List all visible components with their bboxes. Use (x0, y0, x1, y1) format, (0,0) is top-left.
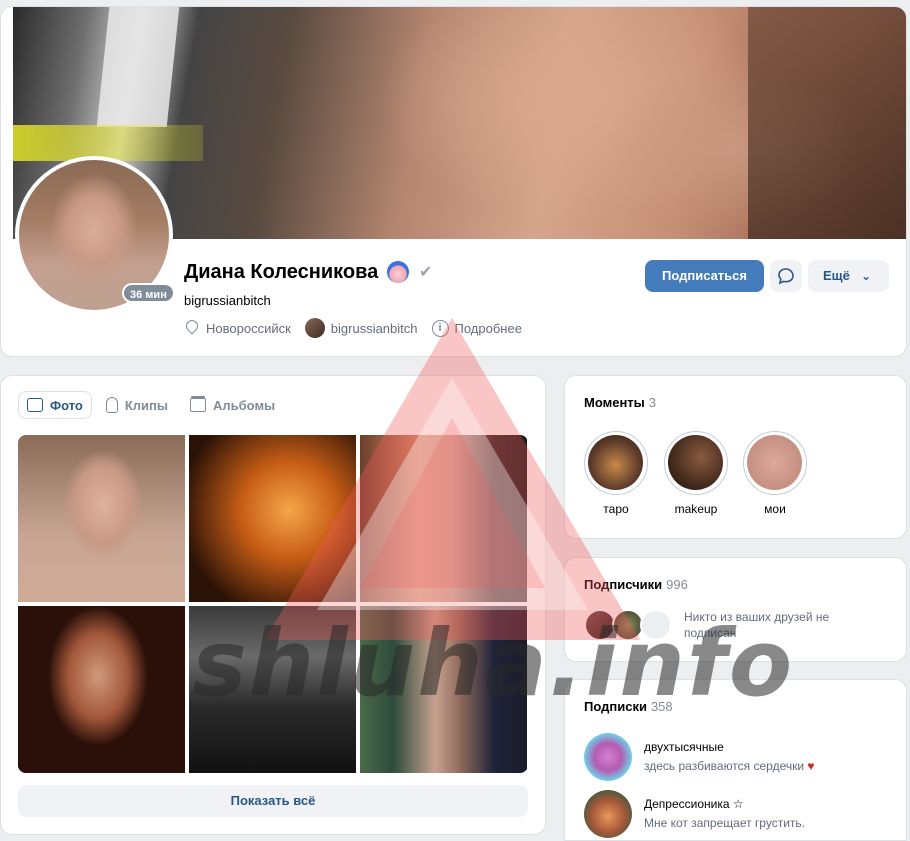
follow-status: Мне кот запрещает грустить. (644, 816, 805, 830)
tab-label: Фото (50, 397, 83, 413)
more-label: Ещё (823, 268, 850, 283)
cover-decoration (13, 125, 203, 161)
tab-label: Клипы (124, 397, 168, 413)
cover-decoration (748, 7, 906, 239)
moment-label: мои (764, 502, 786, 516)
moments-title-label: Моменты (584, 395, 645, 410)
photo-thumbnail[interactable] (360, 435, 527, 602)
more-button[interactable]: Ещё ⌄ (808, 260, 889, 292)
photo-thumbnail[interactable] (18, 435, 185, 602)
moment-item[interactable]: мои (743, 431, 807, 516)
clip-icon (105, 397, 118, 413)
subscribers-title[interactable]: Подписчики 996 (584, 577, 688, 592)
follows-count: 358 (650, 699, 673, 714)
moments-card: Моменты 3 таро makeup мои (564, 375, 907, 539)
moments-title[interactable]: Моменты 3 (584, 395, 656, 410)
tab-albums[interactable]: Альбомы (182, 391, 283, 419)
moment-item[interactable]: таро (584, 431, 648, 516)
follow-avatar (584, 733, 632, 781)
moment-ring (584, 431, 648, 495)
tab-label: Альбомы (213, 397, 276, 413)
message-button[interactable] (770, 260, 802, 292)
album-icon (190, 398, 206, 412)
verified-check-icon: ✔ (419, 264, 433, 281)
moment-label: makeup (674, 502, 718, 516)
follows-card: Подписки 358 двухтысячные здесь разбивают… (564, 679, 907, 841)
online-time-badge: 36 мин (122, 283, 175, 303)
photos-card: Фото Клипы Альбомы Показать всё (0, 375, 546, 835)
location-item: Новороссийск (184, 319, 291, 337)
chevron-down-icon: ⌄ (860, 269, 871, 283)
linked-account-label: bigrussianbitch (330, 320, 418, 336)
heart-icon: ♥ (807, 759, 815, 773)
moment-cover (747, 435, 802, 490)
moment-cover (588, 435, 643, 490)
photos-tabs: Фото Клипы Альбомы (18, 391, 283, 419)
moment-cover (668, 435, 723, 490)
follow-name: двухтысячные (644, 740, 724, 754)
photo-grid (18, 435, 528, 773)
image-icon (27, 398, 43, 412)
photo-thumbnail[interactable] (189, 606, 356, 773)
show-all-photos-button[interactable]: Показать всё (18, 785, 528, 817)
moment-ring (664, 431, 728, 495)
subscriber-avatars[interactable] (584, 609, 680, 641)
profile-name: Диана Колесникова (184, 261, 379, 283)
follow-status: здесь разбиваются сердечки ♥ (644, 759, 815, 773)
profile-card: 36 мин Диана Колесникова ✔ bigrussianbit… (0, 6, 907, 357)
moments-count: 3 (648, 395, 657, 410)
info-icon: i (431, 319, 449, 337)
follows-title-label: Подписки (584, 699, 647, 714)
subscribers-title-label: Подписчики (584, 577, 663, 592)
linked-account-avatar (304, 318, 325, 338)
details-link[interactable]: i Подробнее (431, 319, 522, 337)
profile-screen-name: bigrussianbitch (184, 293, 271, 308)
tab-clips[interactable]: Клипы (98, 391, 176, 419)
follows-title[interactable]: Подписки 358 (584, 699, 673, 714)
cover-decoration (96, 7, 180, 127)
follow-avatar (584, 790, 632, 838)
photo-thumbnail[interactable] (18, 606, 185, 773)
follow-status-text: здесь разбиваются сердечки (644, 759, 805, 773)
photo-thumbnail[interactable] (189, 435, 356, 602)
details-label: Подробнее (454, 320, 522, 336)
moment-item[interactable]: makeup (664, 431, 728, 516)
follow-name: Депрессионика ☆ (644, 797, 744, 811)
emoji-status-icon[interactable] (387, 261, 409, 283)
subscribers-note: Никто из ваших друзей не подписан (684, 610, 830, 640)
subscribers-count: 996 (666, 577, 688, 592)
follow-item[interactable]: Депрессионика ☆ Мне кот запрещает грусти… (584, 790, 805, 838)
subscribe-button[interactable]: Подписаться (645, 260, 764, 292)
message-bubble-icon (778, 268, 794, 285)
subscriber-avatar (640, 609, 672, 641)
moment-ring (743, 431, 807, 495)
moment-label: таро (603, 502, 629, 516)
location-pin-icon (184, 319, 200, 337)
profile-meta: Новороссийск bigrussianbitch i Подробнее (184, 318, 522, 338)
location-label: Новороссийск (206, 320, 291, 336)
follow-item[interactable]: двухтысячные здесь разбиваются сердечки … (584, 733, 815, 781)
subscribers-card: Подписчики 996 Никто из ваших друзей не п… (564, 557, 907, 662)
photo-thumbnail[interactable] (360, 606, 527, 773)
tab-photos[interactable]: Фото (18, 391, 92, 419)
linked-account[interactable]: bigrussianbitch (304, 318, 418, 338)
